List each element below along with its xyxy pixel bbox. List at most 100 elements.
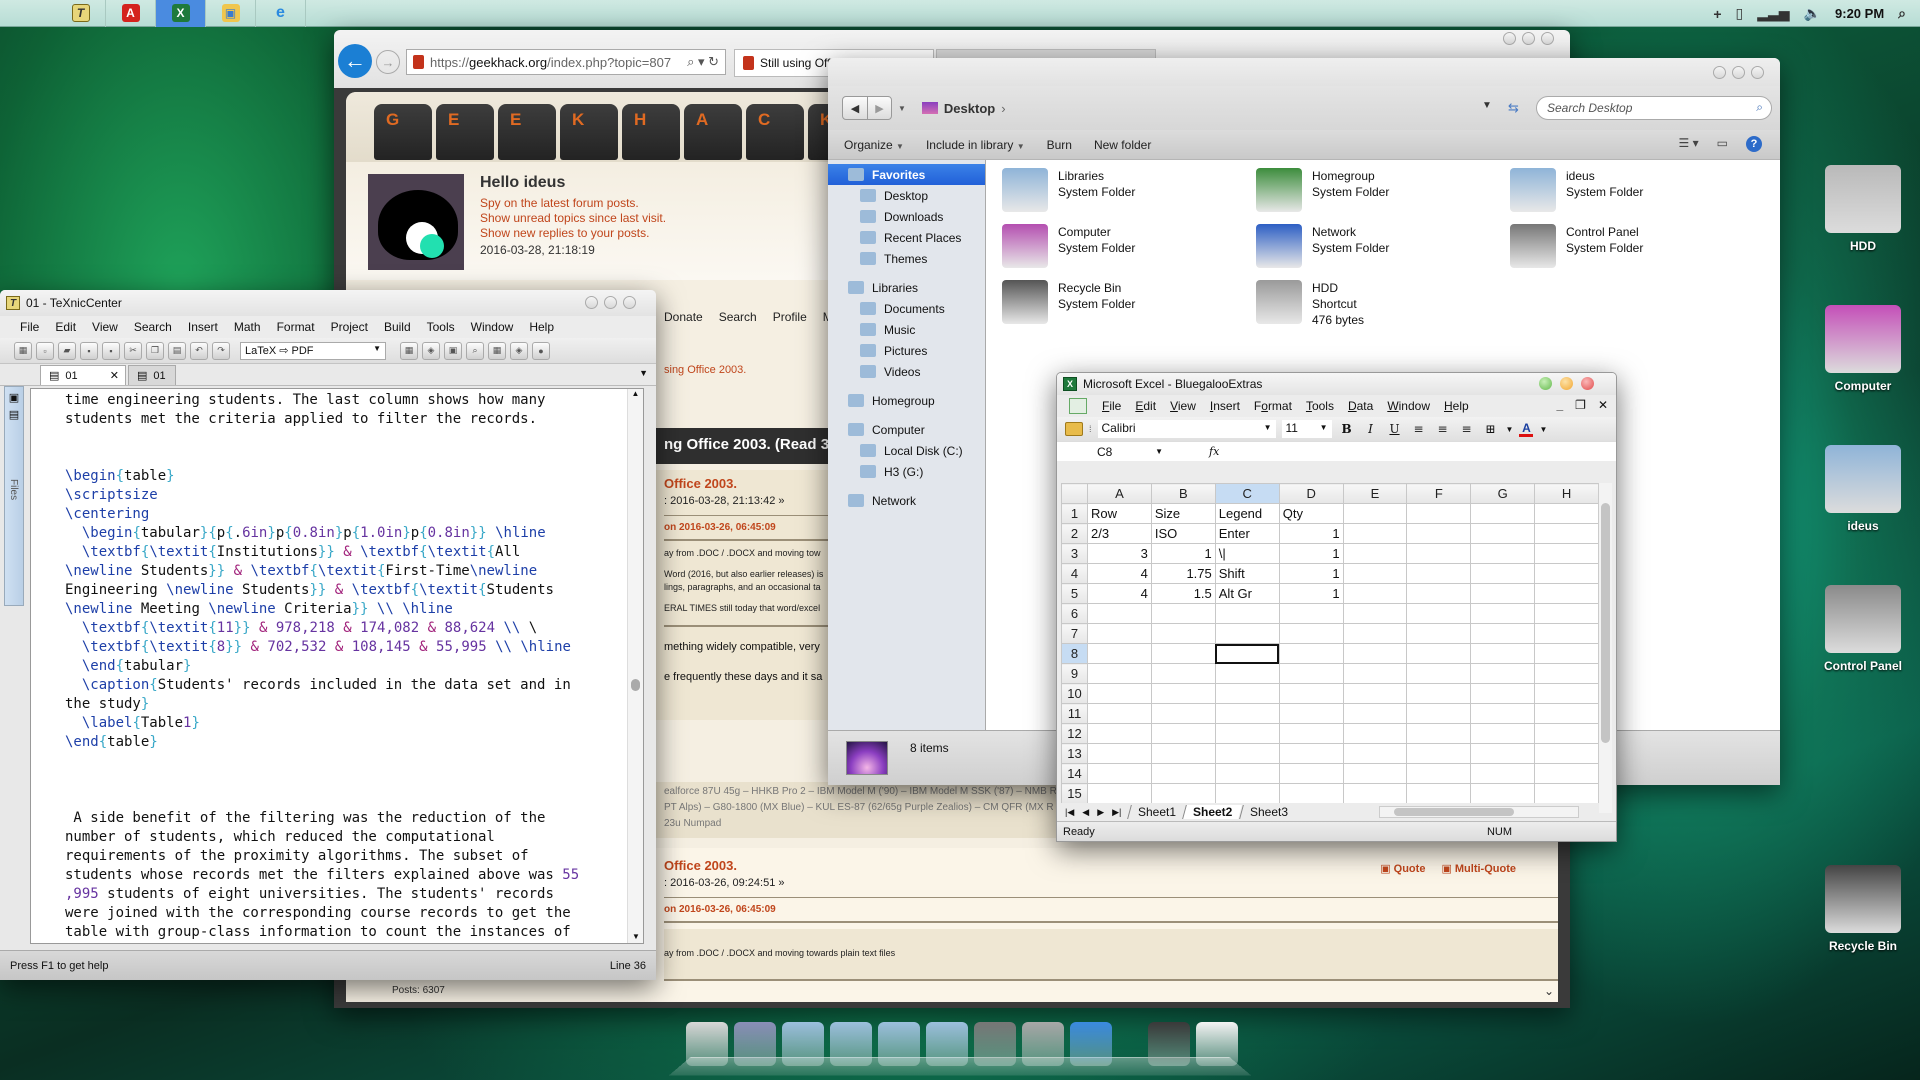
menu-view[interactable]: View xyxy=(84,320,126,334)
column-header-b[interactable]: B xyxy=(1150,483,1216,504)
sidebar-item-themes[interactable]: Themes xyxy=(828,248,985,269)
workspace-sidebar[interactable]: ▣ ▤ Files xyxy=(4,386,24,606)
cell-b4[interactable]: 1.75 xyxy=(1150,563,1216,584)
cell-f2[interactable] xyxy=(1406,523,1472,544)
cell-d8[interactable] xyxy=(1278,643,1344,664)
open-folder-icon[interactable] xyxy=(1065,422,1083,436)
menu-file[interactable]: File xyxy=(12,320,47,334)
column-header-e[interactable]: E xyxy=(1342,483,1408,504)
sheet-tab-sheet3[interactable]: Sheet3 xyxy=(1238,805,1298,819)
cell-f4[interactable] xyxy=(1406,563,1472,584)
cell-a10[interactable] xyxy=(1086,683,1152,704)
cell-b2[interactable]: ISO xyxy=(1150,523,1216,544)
explorer-titlebar[interactable] xyxy=(828,58,1780,86)
cell-f9[interactable] xyxy=(1406,663,1472,684)
files-tab[interactable]: Files xyxy=(8,479,19,500)
cell-h3[interactable] xyxy=(1534,543,1599,564)
history-dropdown-icon[interactable]: ▼ xyxy=(898,104,906,113)
cell-e15[interactable] xyxy=(1342,783,1408,804)
cell-a6[interactable] xyxy=(1086,603,1152,624)
cell-d3[interactable]: 1 xyxy=(1278,543,1344,564)
menu-math[interactable]: Math xyxy=(226,320,269,334)
taskbar-excel[interactable]: X xyxy=(156,0,206,27)
borders-dropdown-icon[interactable]: ▼ xyxy=(1506,425,1514,434)
nav-search[interactable]: Search xyxy=(719,310,757,324)
open-icon[interactable]: ▰ xyxy=(58,341,76,360)
cell-d14[interactable] xyxy=(1278,763,1344,784)
cell-d5[interactable]: 1 xyxy=(1278,583,1344,604)
menu-edit[interactable]: Edit xyxy=(1128,399,1163,413)
cell-a9[interactable] xyxy=(1086,663,1152,684)
cell-e14[interactable] xyxy=(1342,763,1408,784)
editor-text[interactable]: time engineering students. The last colu… xyxy=(65,391,625,943)
cell-b8[interactable] xyxy=(1150,643,1216,664)
address-bar[interactable]: https://geekhack.org/index.php?topic=807… xyxy=(406,49,726,75)
cell-b13[interactable] xyxy=(1150,743,1216,764)
new-folder-button[interactable]: New folder xyxy=(1094,138,1151,152)
column-header-g[interactable]: G xyxy=(1470,483,1536,504)
sidebar-item-downloads[interactable]: Downloads xyxy=(828,206,985,227)
sidebar-item-desktop[interactable]: Desktop xyxy=(828,185,985,206)
select-all-corner[interactable] xyxy=(1061,483,1088,504)
sidebar-item-libraries[interactable]: Libraries xyxy=(828,277,985,298)
cell-e4[interactable] xyxy=(1342,563,1408,584)
horizontal-scrollbar[interactable] xyxy=(1379,806,1579,818)
close-doc-icon[interactable]: ✕ xyxy=(1598,398,1608,412)
cell-a4[interactable]: 4 xyxy=(1086,563,1152,584)
safari-icon[interactable] xyxy=(1070,1022,1112,1066)
cell-e7[interactable] xyxy=(1342,623,1408,644)
cell-g11[interactable] xyxy=(1470,703,1536,724)
close-button[interactable] xyxy=(1503,32,1516,45)
build-icon[interactable]: ▦ xyxy=(400,341,418,360)
menu-tools[interactable]: Tools xyxy=(419,320,463,334)
cell-c12[interactable] xyxy=(1214,723,1280,744)
scroll-thumb[interactable] xyxy=(631,679,640,691)
scroll-thumb[interactable] xyxy=(1394,808,1514,816)
scroll-down-arrow[interactable]: ▼ xyxy=(632,932,640,941)
signal-icon[interactable]: ▂▃▅ xyxy=(1757,5,1789,22)
battery-plug-icon[interactable]: ▯ xyxy=(1736,5,1744,22)
cell-h1[interactable] xyxy=(1534,503,1599,524)
cell-e6[interactable] xyxy=(1342,603,1408,624)
output-profile-select[interactable]: LaTeX ⇨ PDF ▼ xyxy=(240,341,386,360)
cell-c9[interactable] xyxy=(1214,663,1280,684)
cell-a14[interactable] xyxy=(1086,763,1152,784)
font-name-select[interactable]: Calibri ▼ xyxy=(1097,420,1276,438)
cell-g8[interactable] xyxy=(1470,643,1536,664)
cell-f5[interactable] xyxy=(1406,583,1472,604)
cell-h6[interactable] xyxy=(1534,603,1599,624)
cell-b11[interactable] xyxy=(1150,703,1216,724)
mac-pro-icon[interactable] xyxy=(686,1022,728,1066)
column-header-c[interactable]: C xyxy=(1214,483,1280,504)
cell-a13[interactable] xyxy=(1086,743,1152,764)
cell-h15[interactable] xyxy=(1534,783,1599,804)
cell-h10[interactable] xyxy=(1534,683,1599,704)
tab-01-inactive[interactable]: ▤ 01 xyxy=(128,365,176,385)
close-button[interactable] xyxy=(1713,66,1726,79)
explorer-window-controls[interactable] xyxy=(1713,66,1764,79)
cell-c13[interactable] xyxy=(1214,743,1280,764)
back-button[interactable]: ◀ xyxy=(843,97,867,119)
nav-profile[interactable]: Profile xyxy=(773,310,807,324)
preview-pane-icon[interactable]: ▭ xyxy=(1717,136,1728,152)
documents-folder-icon[interactable] xyxy=(830,1022,872,1066)
menu-window[interactable]: Window xyxy=(1380,399,1437,413)
cell-d7[interactable] xyxy=(1278,623,1344,644)
cell-e2[interactable] xyxy=(1342,523,1408,544)
file-item[interactable]: Control Panel System Folder xyxy=(1510,224,1764,270)
cell-d9[interactable] xyxy=(1278,663,1344,684)
cell-c15[interactable] xyxy=(1214,783,1280,804)
desktop-icon-ideus[interactable]: ideus xyxy=(1808,445,1918,533)
cell-c7[interactable] xyxy=(1214,623,1280,644)
cell-a12[interactable] xyxy=(1086,723,1152,744)
apple-menu-icon[interactable] xyxy=(0,0,56,27)
row-header[interactable]: 9 xyxy=(1061,663,1088,684)
prev-sheet-icon[interactable]: ◀ xyxy=(1082,807,1089,818)
close-button[interactable] xyxy=(585,296,598,309)
cell-c11[interactable] xyxy=(1214,703,1280,724)
cell-c5[interactable]: Alt Gr xyxy=(1214,583,1280,604)
menu-view[interactable]: View xyxy=(1163,399,1203,413)
forward-button[interactable]: ▶ xyxy=(867,97,891,119)
sidebar-item-local-disk-c[interactable]: Local Disk (C:) xyxy=(828,440,985,461)
address-dropdown-icon[interactable]: ▼ xyxy=(1482,100,1492,111)
